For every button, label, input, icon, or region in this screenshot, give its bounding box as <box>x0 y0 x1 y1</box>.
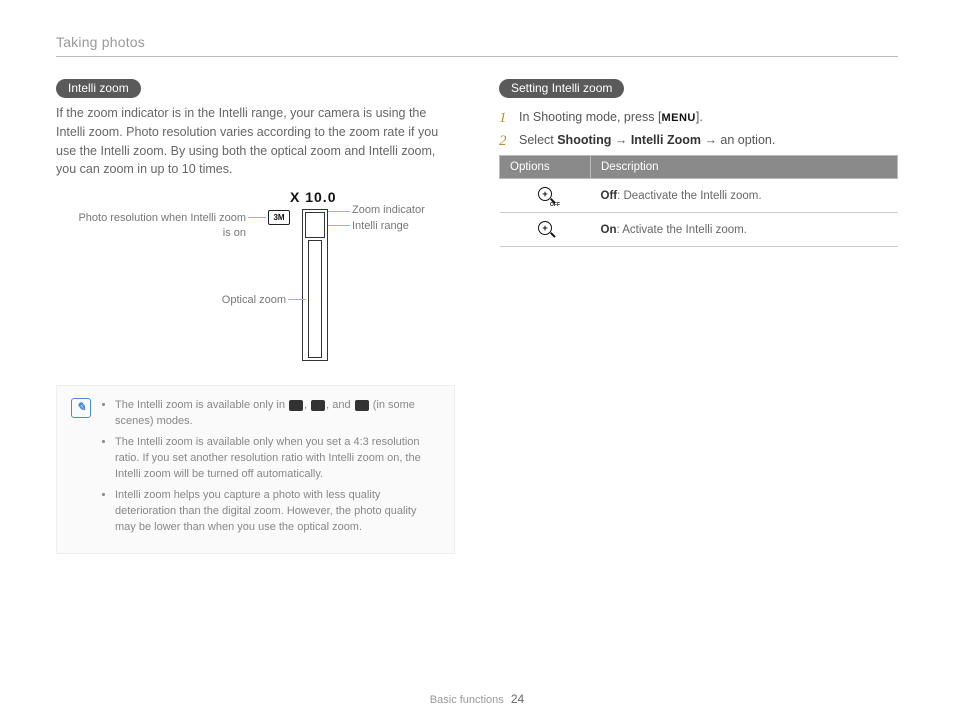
note-box: ✎ The Intelli zoom is available only in … <box>56 385 455 554</box>
section-pill-setting-intelli-zoom: Setting Intelli zoom <box>499 79 624 98</box>
page-footer: Basic functions 24 <box>0 692 954 706</box>
step-number: 1 <box>499 110 511 127</box>
section-pill-intelli-zoom: Intelli zoom <box>56 79 141 98</box>
gauge-optical-range <box>308 240 322 358</box>
table-row: + On: Activate the Intelli zoom. <box>500 213 898 247</box>
step-2: 2 Select Shooting → Intelli Zoom → an op… <box>499 133 898 150</box>
zoom-gauge <box>302 209 328 361</box>
footer-page-number: 24 <box>511 692 524 706</box>
callout-zoom-indicator: Zoom indicator <box>352 203 425 218</box>
mode-icon <box>311 400 325 411</box>
table-header-description: Description <box>591 156 898 179</box>
note-icon: ✎ <box>71 398 91 418</box>
options-table: Options Description +OFF Off: Deactivate… <box>499 155 898 247</box>
mode-icon <box>289 400 303 411</box>
resolution-badge: 3M <box>268 210 290 225</box>
header-title: Taking photos <box>56 34 145 50</box>
footer-section: Basic functions <box>430 694 504 706</box>
callout-intelli-range: Intelli range <box>352 219 409 234</box>
zoom-on-icon: + <box>536 221 554 238</box>
gauge-intelli-range <box>305 212 325 238</box>
right-column: Setting Intelli zoom 1 In Shooting mode,… <box>499 79 898 554</box>
table-row: +OFF Off: Deactivate the Intelli zoom. <box>500 179 898 213</box>
note-item-3: Intelli zoom helps you capture a photo w… <box>115 488 440 536</box>
zoom-value-label: X 10.0 <box>290 189 336 205</box>
callout-optical-zoom: Optical zoom <box>206 293 286 308</box>
table-header-options: Options <box>500 156 591 179</box>
menu-button-label: MENU <box>661 112 695 124</box>
note-item-2: The Intelli zoom is available only when … <box>115 435 440 483</box>
step-number: 2 <box>499 133 511 150</box>
note-item-1: The Intelli zoom is available only in , … <box>115 398 440 430</box>
left-column: Intelli zoom If the zoom indicator is in… <box>56 79 455 554</box>
callout-resolution: Photo resolution when Intelli zoom is on <box>76 211 246 241</box>
zoom-diagram: X 10.0 3M Photo resolution when Intelli … <box>56 189 455 379</box>
step-1: 1 In Shooting mode, press [MENU]. <box>499 110 898 127</box>
mode-icon <box>355 400 369 411</box>
zoom-off-icon: +OFF <box>536 187 554 204</box>
page-header: Taking photos <box>56 34 898 57</box>
intelli-zoom-paragraph: If the zoom indicator is in the Intelli … <box>56 104 455 179</box>
